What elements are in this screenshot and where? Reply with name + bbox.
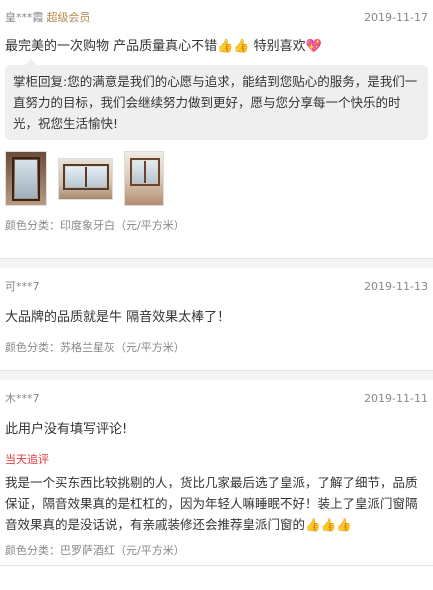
review-meta: 木***7 2019-11-11	[5, 389, 428, 407]
review-photo-thumbnail[interactable]	[5, 151, 47, 206]
follow-up-content: 我是一个买东西比较挑剔的人，货比几家最后选了皇派，了解了细节，品质保证，隔音效果…	[5, 475, 418, 532]
sku-spec: 颜色分类：印度象牙白（元/平方米）	[5, 219, 185, 232]
reviewer-name: 皇***霞	[5, 11, 44, 24]
reviewer: 可***7	[5, 278, 40, 294]
sku-spec: 颜色分类：苏格兰星灰（元/平方米）	[5, 341, 185, 354]
review-meta: 可***7 2019-11-13	[5, 277, 428, 295]
review-photo-thumbnail[interactable]	[58, 158, 113, 200]
review-list: 皇***霞 超级会员 2019-11-17 最完美的一次购物 产品质量真心不错👍👍…	[0, 0, 433, 566]
review-item: 皇***霞 超级会员 2019-11-17 最完美的一次购物 产品质量真心不错👍👍…	[0, 0, 433, 259]
review-item: 可***7 2019-11-13 大品牌的品质就是牛 隔音效果太棒了！ 颜色分类…	[0, 259, 433, 371]
member-badge: 超级会员	[46, 11, 91, 24]
review-content: 大品牌的品质就是牛 隔音效果太棒了！	[5, 310, 231, 325]
reviewer: 木***7	[5, 390, 40, 406]
review-content: 此用户没有填写评论!	[5, 422, 128, 437]
review-content: 最完美的一次购物 产品质量真心不错👍👍 特别喜欢💖	[5, 39, 322, 54]
review-date: 2019-11-13	[364, 279, 428, 293]
seller-reply: 掌柜回复:您的满意是我们的心愿与追求，能结到您贴心的服务，是我们一直努力的目标，…	[5, 59, 428, 140]
review-date: 2019-11-17	[364, 10, 428, 24]
review-date: 2019-11-11	[364, 391, 428, 405]
follow-up-label: 当天追评	[5, 453, 49, 466]
review-photo-thumbnail[interactable]	[124, 151, 164, 206]
reviewer-name: 木***7	[5, 392, 40, 405]
reviewer: 皇***霞 超级会员	[5, 9, 91, 25]
seller-reply-text: 掌柜回复:您的满意是我们的心愿与追求，能结到您贴心的服务，是我们一直努力的目标，…	[13, 74, 418, 131]
sku-spec: 颜色分类：巴罗萨酒红（元/平方米）	[5, 544, 185, 557]
review-photos	[5, 151, 428, 206]
review-item: 木***7 2019-11-11 此用户没有填写评论! 当天追评 我是一个买东西…	[0, 371, 433, 566]
reviewer-name: 可***7	[5, 280, 40, 293]
review-meta: 皇***霞 超级会员 2019-11-17	[5, 8, 428, 26]
